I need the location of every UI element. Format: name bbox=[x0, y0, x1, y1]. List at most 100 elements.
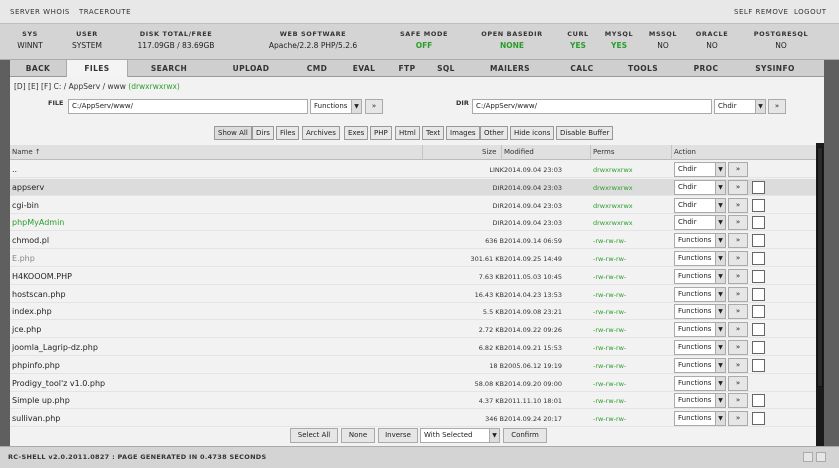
file-name[interactable]: chmod.pl bbox=[12, 236, 49, 245]
file-perms[interactable]: -rw-rw-rw- bbox=[593, 255, 626, 263]
file-name[interactable]: Prodigy_tool'z v1.0.php bbox=[12, 379, 105, 388]
server-whois-link[interactable]: SERVER WHOIS bbox=[10, 8, 70, 16]
row-checkbox[interactable] bbox=[752, 180, 765, 194]
file-name[interactable]: Simple up.php bbox=[12, 396, 70, 405]
file-name[interactable]: joomla_Lagrip-dz.php bbox=[12, 343, 98, 352]
row-go-button[interactable]: » bbox=[728, 162, 748, 177]
tab-files[interactable]: FILES bbox=[66, 60, 128, 77]
row-action-select[interactable]: Chdir ▼ bbox=[674, 215, 726, 231]
tab-eval[interactable]: EVAL bbox=[342, 60, 386, 77]
row-action-select[interactable]: Functions ▼ bbox=[674, 411, 726, 427]
select-all-button[interactable]: Select All bbox=[290, 428, 338, 443]
table-row[interactable]: index.php 5.5 KB 2014.09.08 23:21 -rw-rw-rw… bbox=[10, 303, 816, 321]
row-go-button[interactable]: » bbox=[728, 340, 748, 355]
row-go-button[interactable]: » bbox=[728, 268, 748, 284]
row-action-select[interactable]: Chdir ▼ bbox=[674, 162, 726, 177]
table-row[interactable]: jce.php 2.72 KB 2014.09.22 09:26 -rw-rw-rw-… bbox=[10, 321, 816, 339]
table-row[interactable]: .. LINK 2014.09.04 23:03 drwxrwxrwx Chdir ▼» bbox=[10, 161, 816, 178]
drive-e-link[interactable]: [E] bbox=[28, 82, 39, 91]
table-row[interactable]: appserv DIR 2014.09.04 23:03 drwxrwxrwx Chdi… bbox=[10, 178, 816, 196]
row-action-select[interactable]: Functions ▼ bbox=[674, 304, 726, 320]
row-checkbox[interactable] bbox=[752, 198, 765, 212]
file-perms[interactable]: drwxrwxrwx bbox=[593, 202, 633, 210]
row-action-select[interactable]: Functions ▼ bbox=[674, 233, 726, 249]
confirm-button[interactable]: Confirm bbox=[503, 428, 547, 443]
row-checkbox[interactable] bbox=[752, 252, 765, 265]
file-perms[interactable]: -rw-rw-rw- bbox=[593, 291, 626, 299]
filter-images[interactable]: Images bbox=[446, 126, 480, 140]
table-row[interactable]: E.php 301.61 KB 2014.09.25 14:49 -rw-rw-rw-… bbox=[10, 250, 816, 267]
row-checkbox[interactable] bbox=[752, 234, 765, 248]
dir-action-select[interactable]: Chdir ▼ bbox=[714, 99, 766, 114]
filter-archives[interactable]: Archives bbox=[302, 126, 340, 140]
row-go-button[interactable]: » bbox=[728, 304, 748, 320]
traceroute-link[interactable]: TRACEROUTE bbox=[79, 8, 131, 16]
file-name[interactable]: appserv bbox=[12, 183, 44, 192]
tab-cmd[interactable]: CMD bbox=[292, 60, 342, 77]
row-checkbox[interactable] bbox=[752, 412, 765, 426]
row-action-select[interactable]: Functions ▼ bbox=[674, 393, 726, 409]
file-name[interactable]: sullivan.php bbox=[12, 414, 60, 423]
file-go-button[interactable]: » bbox=[365, 99, 383, 114]
tab-calc[interactable]: CALC bbox=[556, 60, 608, 77]
row-checkbox[interactable] bbox=[752, 323, 765, 337]
row-action-select[interactable]: Chdir ▼ bbox=[674, 179, 726, 195]
row-go-button[interactable]: » bbox=[728, 179, 748, 195]
file-perms[interactable]: drwxrwxrwx bbox=[593, 184, 633, 192]
table-row[interactable]: joomla_Lagrip-dz.php 6.82 KB 2014.09.21 15… bbox=[10, 339, 816, 356]
row-action-select[interactable]: Functions ▼ bbox=[674, 357, 726, 373]
file-name[interactable]: E.php bbox=[12, 254, 35, 263]
tab-upload[interactable]: UPLOAD bbox=[210, 60, 292, 77]
row-go-button[interactable]: » bbox=[728, 197, 748, 213]
file-perms[interactable]: -rw-rw-rw- bbox=[593, 397, 626, 405]
dir-input[interactable]: C:/AppServ/www/ bbox=[472, 99, 712, 114]
row-go-button[interactable]: » bbox=[728, 322, 748, 338]
filter-exes[interactable]: Exes bbox=[344, 126, 369, 140]
row-checkbox[interactable] bbox=[752, 341, 765, 354]
file-name[interactable]: jce.php bbox=[12, 325, 41, 334]
row-action-select[interactable]: Functions ▼ bbox=[674, 375, 726, 391]
row-action-select[interactable]: Chdir ▼ bbox=[674, 197, 726, 213]
select-none-button[interactable]: None bbox=[341, 428, 375, 443]
dir-go-button[interactable]: » bbox=[768, 99, 786, 114]
row-checkbox[interactable] bbox=[752, 216, 765, 230]
tab-sql[interactable]: SQL bbox=[428, 60, 464, 77]
row-go-button[interactable]: » bbox=[728, 215, 748, 231]
file-name[interactable]: .. bbox=[12, 165, 17, 174]
table-row[interactable]: chmod.pl 636 B 2014.09.14 06:59 -rw-rw-rw- F… bbox=[10, 232, 816, 250]
row-go-button[interactable]: » bbox=[728, 233, 748, 249]
file-name[interactable]: index.php bbox=[12, 307, 52, 316]
drive-d-link[interactable]: [D] bbox=[14, 82, 26, 91]
file-name[interactable]: H4KOOOM.PHP bbox=[12, 272, 72, 281]
row-checkbox[interactable] bbox=[752, 305, 765, 319]
file-perms[interactable]: -rw-rw-rw- bbox=[593, 344, 626, 352]
file-name[interactable]: phpMyAdmin bbox=[12, 218, 64, 227]
row-go-button[interactable]: » bbox=[728, 393, 748, 409]
row-go-button[interactable]: » bbox=[728, 357, 748, 373]
row-checkbox[interactable] bbox=[752, 358, 765, 372]
file-perms[interactable]: -rw-rw-rw- bbox=[593, 380, 626, 388]
row-go-button[interactable]: » bbox=[728, 286, 748, 302]
tab-proc[interactable]: PROC bbox=[678, 60, 734, 77]
window-icon[interactable] bbox=[803, 452, 813, 462]
filter-html[interactable]: Html bbox=[395, 126, 420, 140]
file-perms[interactable]: drwxrwxrwx bbox=[593, 219, 633, 227]
self-remove-link[interactable]: SELF REMOVE bbox=[734, 8, 788, 16]
tab-ftp[interactable]: FTP bbox=[386, 60, 428, 77]
table-row[interactable]: phpMyAdmin DIR 2014.09.04 23:03 drwxrwxrwx C… bbox=[10, 214, 816, 232]
file-action-select[interactable]: Functions ▼ bbox=[310, 99, 362, 114]
table-row[interactable]: cgi-bin DIR 2014.09.04 23:03 drwxrwxrwx Chdi… bbox=[10, 197, 816, 214]
file-perms[interactable]: -rw-rw-rw- bbox=[593, 308, 626, 316]
col-perms-header[interactable]: Perms bbox=[593, 148, 615, 156]
filter-show-all[interactable]: Show All bbox=[214, 126, 252, 140]
row-checkbox[interactable] bbox=[752, 394, 765, 408]
filter-files[interactable]: Files bbox=[276, 126, 300, 140]
file-perms[interactable]: -rw-rw-rw- bbox=[593, 237, 626, 245]
table-row[interactable]: H4KOOOM.PHP 7.63 KB 2011.05.03 10:45 -rw-rw… bbox=[10, 268, 816, 285]
filter-php[interactable]: PHP bbox=[370, 126, 392, 140]
row-action-select[interactable]: Functions ▼ bbox=[674, 268, 726, 284]
vertical-scrollbar[interactable] bbox=[816, 143, 824, 446]
file-perms[interactable]: drwxrwxrwx bbox=[593, 166, 633, 174]
file-perms[interactable]: -rw-rw-rw- bbox=[593, 326, 626, 334]
col-modified-header[interactable]: Modified bbox=[504, 148, 534, 156]
